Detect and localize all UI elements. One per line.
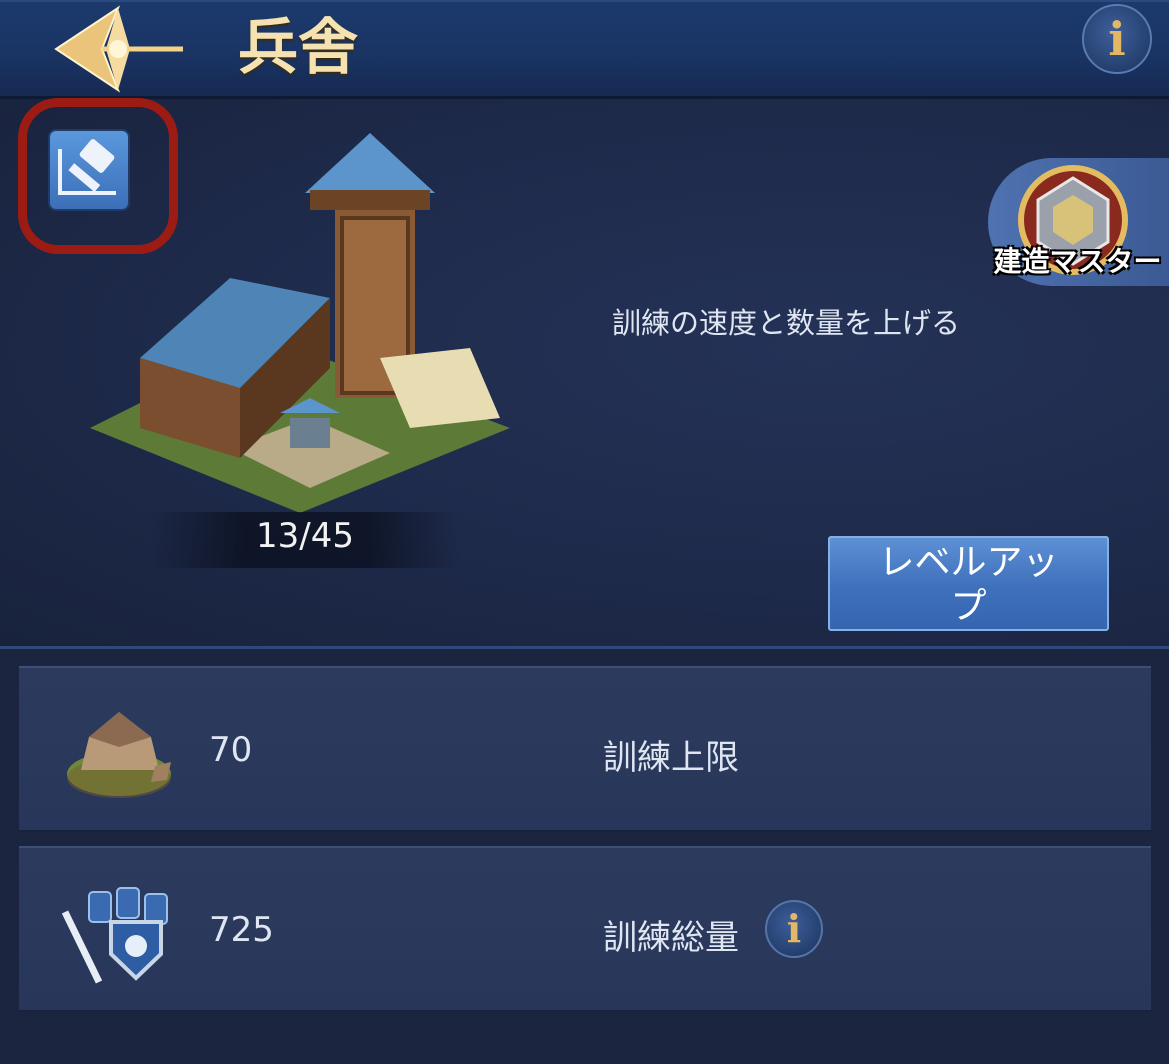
building-description: 訓練の速度と数量を上げる [612, 306, 961, 340]
training-total-label: 訓練総量 [603, 918, 739, 958]
stat-row-training-total: 725 訓練総量 i [19, 846, 1151, 1012]
header-bar: 兵舎 i [0, 0, 1169, 99]
info-icon[interactable]: i [765, 900, 823, 958]
levelup-label-line2: プ [950, 586, 987, 627]
master-badge-label: 建造マスター [993, 245, 1162, 278]
levelup-label-line1: レベルアッ [878, 542, 1059, 583]
building-level: 13/45 [256, 516, 354, 556]
levelup-button[interactable]: レベルアッ プ [828, 536, 1109, 631]
training-total-value: 725 [209, 910, 274, 950]
page-title: 兵舎 [238, 13, 358, 83]
training-limit-value: 70 [209, 730, 253, 770]
hammer-icon[interactable] [50, 131, 128, 209]
stat-row-training-limit: 70 訓練上限 [19, 666, 1151, 832]
tent-icon [59, 692, 179, 812]
back-arrow-icon[interactable] [48, 4, 188, 94]
troops-shield-icon [59, 872, 179, 992]
divider [0, 646, 1169, 649]
info-icon[interactable]: i [1082, 4, 1152, 74]
training-limit-label: 訓練上限 [603, 738, 739, 778]
